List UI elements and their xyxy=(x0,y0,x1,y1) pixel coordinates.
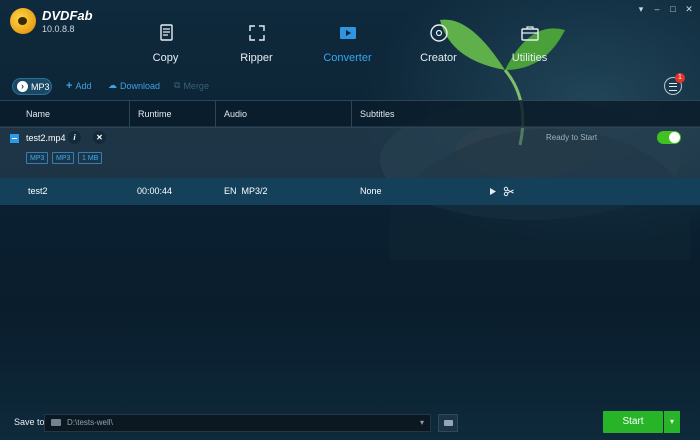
ripper-icon xyxy=(248,25,265,41)
settings-icon[interactable]: ▾ xyxy=(636,4,646,15)
title-audio[interactable]: EN MP3/2 xyxy=(224,178,268,205)
converter-icon xyxy=(339,27,356,39)
download-button[interactable]: ☁ Download xyxy=(108,80,160,91)
nav-ripper-label: Ripper xyxy=(240,52,273,64)
play-icon[interactable] xyxy=(487,186,498,197)
output-path-text: D:\tests-well\ xyxy=(67,418,113,427)
cloud-download-icon: ☁ xyxy=(108,80,117,90)
add-label: Add xyxy=(75,81,92,91)
merge-button[interactable]: ⧉ Merge xyxy=(174,80,209,91)
bottom-bar: Save to: D:\tests-well\ ▾ Start ▾ xyxy=(0,406,700,440)
maximize-icon[interactable]: □ xyxy=(668,4,678,15)
download-label: Download xyxy=(120,80,161,91)
add-button[interactable]: + Add xyxy=(66,80,91,92)
profile-label: MP3 xyxy=(31,81,50,92)
toolbar: › MP3 + Add ☁ Download ⧉ Merge 1 xyxy=(0,73,700,98)
start-button[interactable]: Start xyxy=(603,411,663,433)
module-nav: Copy Ripper Converter Creator Utilities xyxy=(120,0,575,72)
window-controls: ▾ – □ ✕ xyxy=(636,4,694,15)
size-chip[interactable]: 1 MB xyxy=(78,152,103,164)
creator-icon xyxy=(429,24,448,42)
nav-ripper[interactable]: Ripper xyxy=(211,0,302,72)
nav-copy-label: Copy xyxy=(152,52,179,64)
title-row[interactable]: test2 00:00:44 EN MP3/2 None xyxy=(0,178,700,205)
nav-utilities-label: Utilities xyxy=(511,52,548,64)
file-name: test2.mp4 xyxy=(26,133,66,143)
plus-icon: + xyxy=(66,80,73,92)
output-path-field[interactable]: D:\tests-well\ ▾ xyxy=(44,414,431,432)
save-to-label: Save to: xyxy=(14,417,48,427)
list-icon xyxy=(669,83,677,91)
close-icon[interactable]: ✕ xyxy=(684,4,694,15)
nav-utilities[interactable]: Utilities xyxy=(484,0,575,72)
browse-folder-button[interactable] xyxy=(438,414,458,432)
column-subtitles[interactable]: Subtitles xyxy=(351,101,481,127)
file-row: test2.mp4 i ✕ MP3 MP3 1 MB Ready to Star… xyxy=(0,126,700,178)
status-text: Ready to Start xyxy=(546,133,598,142)
dvdfab-logo-icon xyxy=(10,8,36,34)
table-header: Name Runtime Audio Subtitles xyxy=(0,100,700,128)
utilities-icon xyxy=(520,26,539,41)
column-name[interactable]: Name xyxy=(18,101,130,127)
audio-chip[interactable]: MP3 xyxy=(52,152,75,164)
minimize-icon[interactable]: – xyxy=(652,4,662,15)
start-options-chevron-icon[interactable]: ▾ xyxy=(664,411,680,433)
merge-icon: ⧉ xyxy=(174,80,181,90)
merge-label: Merge xyxy=(183,80,209,91)
profile-button[interactable]: › MP3 xyxy=(12,78,52,95)
app-version: 10.0.8.8 xyxy=(42,23,75,34)
top-bar: DVDFab 10.0.8.8 Copy Ripper Converter Cr… xyxy=(0,0,700,72)
info-icon[interactable]: i xyxy=(68,131,81,144)
title-subtitles[interactable]: None xyxy=(360,178,382,205)
nav-creator-label: Creator xyxy=(420,52,457,64)
chevron-down-icon[interactable]: ▾ xyxy=(420,418,424,427)
column-runtime[interactable]: Runtime xyxy=(129,101,215,127)
format-chip[interactable]: MP3 xyxy=(26,152,49,164)
trim-scissors-icon[interactable] xyxy=(503,186,514,197)
column-audio[interactable]: Audio xyxy=(215,101,351,127)
title-name: test2 xyxy=(28,186,48,196)
remove-icon[interactable]: ✕ xyxy=(93,131,106,144)
app-logo: DVDFab 10.0.8.8 xyxy=(10,8,93,34)
enable-toggle[interactable] xyxy=(657,131,681,144)
nav-creator[interactable]: Creator xyxy=(393,0,484,72)
app-name: DVDFab xyxy=(42,7,93,23)
task-count-badge: 1 xyxy=(675,73,685,83)
collapse-icon[interactable] xyxy=(10,134,19,143)
nav-copy[interactable]: Copy xyxy=(120,0,211,72)
nav-converter-label: Converter xyxy=(323,52,372,64)
title-runtime: 00:00:44 xyxy=(137,186,173,196)
nav-converter[interactable]: Converter xyxy=(302,0,393,72)
folder-icon xyxy=(51,419,61,426)
copy-icon xyxy=(159,24,173,41)
arrow-right-icon: › xyxy=(17,81,28,92)
app-window: DVDFab 10.0.8.8 Copy Ripper Converter Cr… xyxy=(0,0,700,440)
task-queue-button[interactable]: 1 xyxy=(664,73,685,95)
